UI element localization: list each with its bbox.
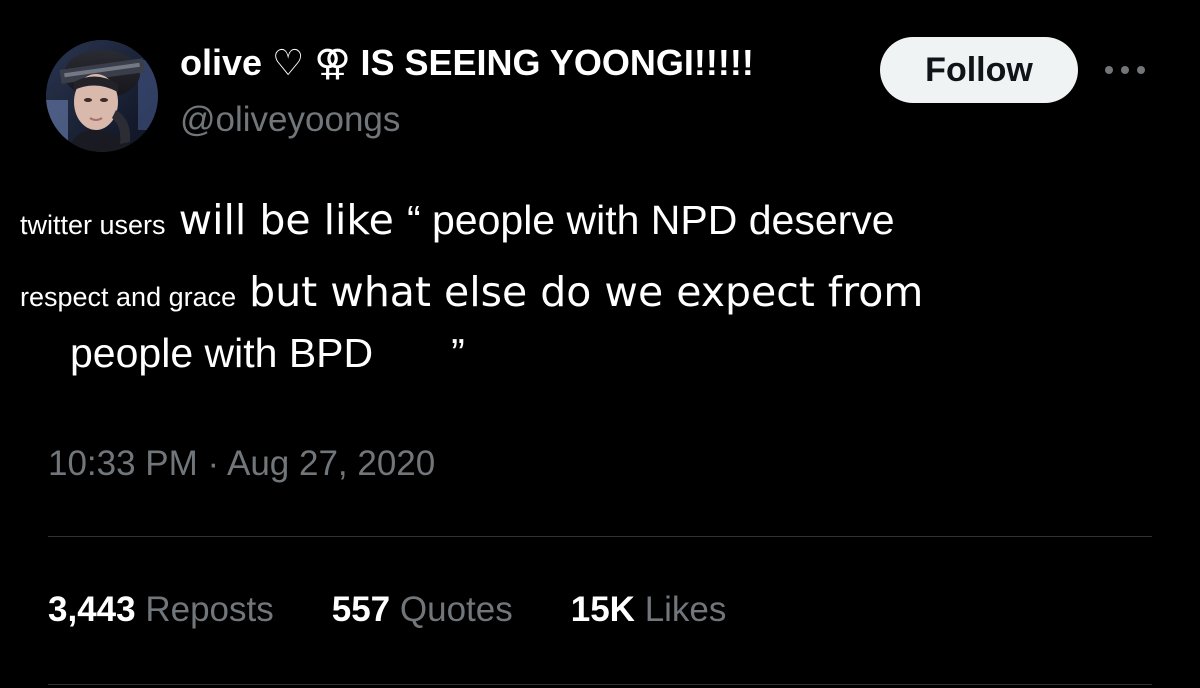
tweet-text-line-3: people with BPD ” <box>70 330 465 377</box>
tweet-text-large: people with BPD <box>70 330 374 376</box>
tweet-text-small: twitter users <box>20 210 166 240</box>
tweet-text-line-1: twitter users will be like “ people with… <box>20 196 895 244</box>
quotes-label: Quotes <box>399 590 513 629</box>
tweet-timestamp[interactable]: 10:33 PM · Aug 27, 2020 <box>48 444 435 484</box>
divider <box>48 536 1152 537</box>
likes-stat[interactable]: 15K Likes <box>571 590 727 630</box>
divider <box>48 684 1152 685</box>
avatar-image <box>46 40 158 152</box>
reposts-count: 3,443 <box>48 590 136 629</box>
more-horizontal-icon <box>1105 66 1145 74</box>
reposts-stat[interactable]: 3,443 Reposts <box>48 590 274 630</box>
likes-count: 15K <box>570 590 635 629</box>
reposts-label: Reposts <box>145 590 274 629</box>
closing-quote: ” <box>451 330 465 376</box>
tweet-text-large: but what else do we expect from <box>236 268 924 316</box>
more-options-button[interactable] <box>1100 50 1150 90</box>
quotes-stat[interactable]: 557 Quotes <box>332 590 513 630</box>
quotes-count: 557 <box>331 590 391 629</box>
tweet-text-large: will be like <box>165 196 407 244</box>
likes-label: Likes <box>644 590 727 629</box>
follow-button[interactable]: Follow <box>880 37 1078 103</box>
user-handle[interactable]: @oliveyoongs <box>180 100 400 140</box>
tweet-text-line-2: respect and grace but what else do we ex… <box>20 268 923 316</box>
tweet-text-small: respect and grace <box>20 282 237 312</box>
tweet: olive ♡ ⚢ IS SEEING YOONGI!!!!! @oliveyo… <box>0 0 1200 688</box>
display-name[interactable]: olive ♡ ⚢ IS SEEING YOONGI!!!!! <box>180 42 754 84</box>
tweet-text-large: “ people with NPD deserve <box>406 197 895 243</box>
avatar[interactable] <box>46 40 158 152</box>
engagement-stats: 3,443 Reposts 557 Quotes 15K Likes <box>48 590 726 630</box>
